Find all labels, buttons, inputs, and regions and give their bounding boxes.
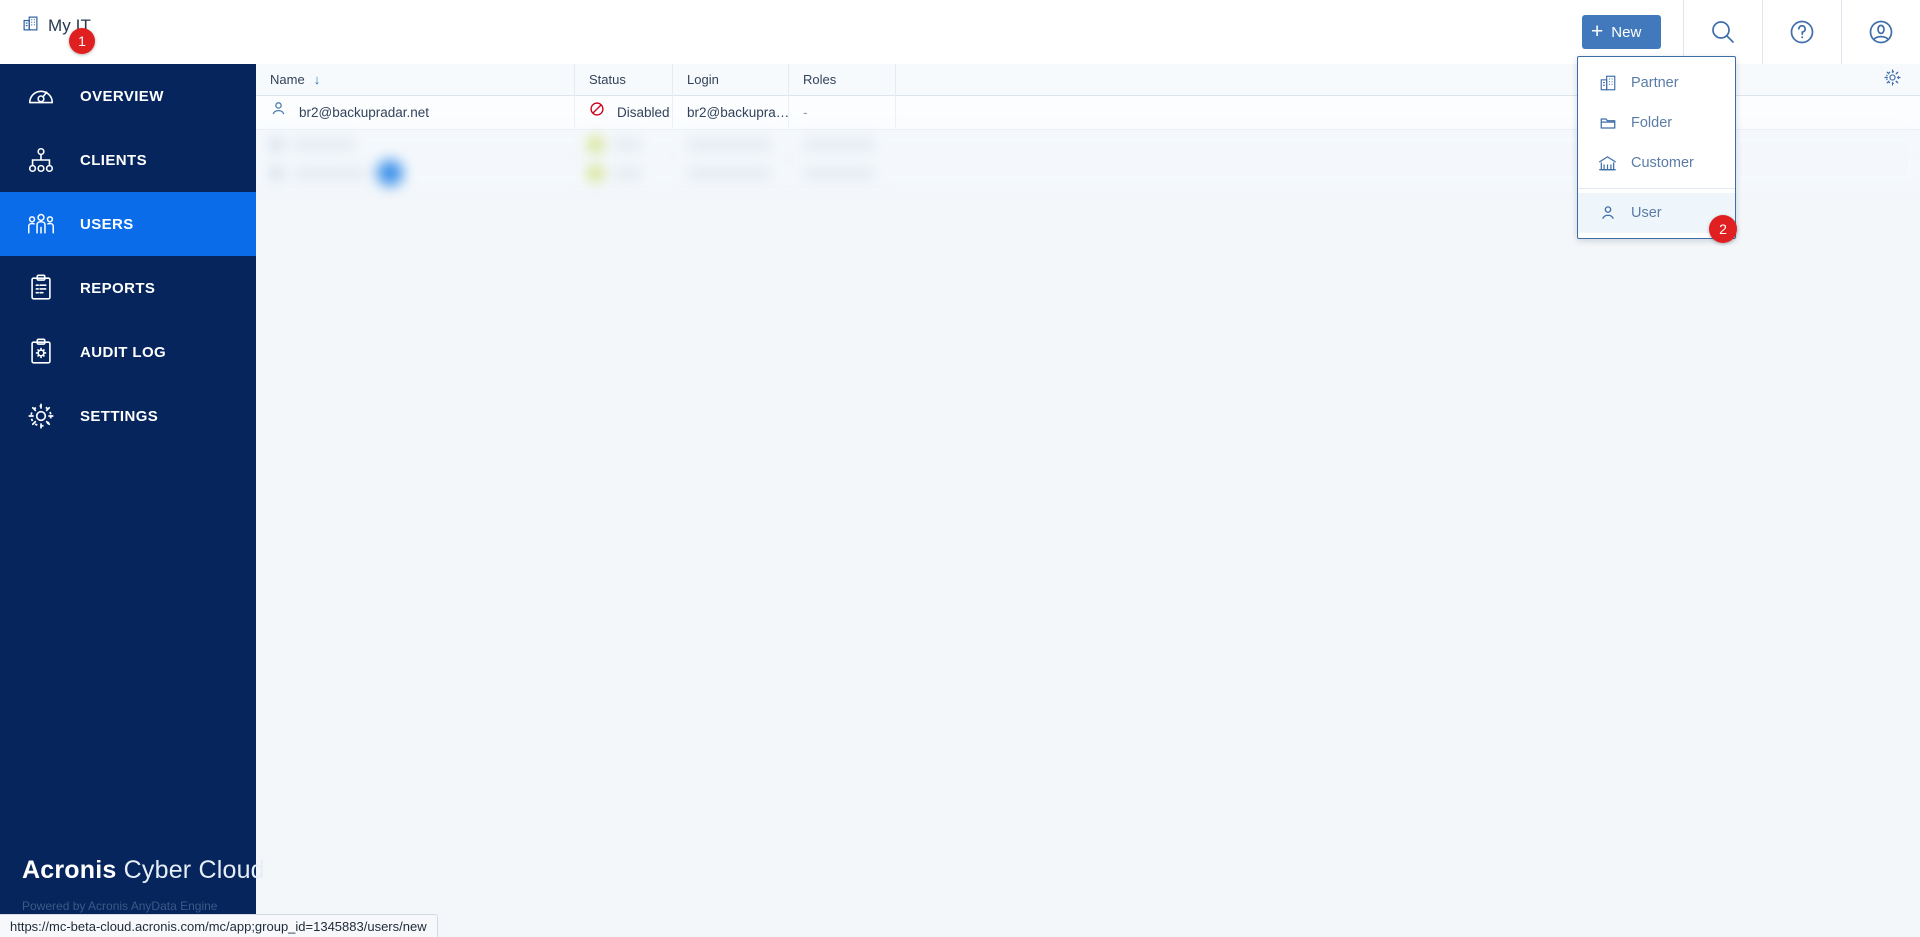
sidebar-item-audit-log[interactable]: AUDIT LOG [0, 320, 256, 384]
step-badge-1: 1 [69, 28, 95, 54]
cell-status-text: Disabled [617, 104, 670, 120]
new-button-label: New [1611, 23, 1642, 41]
sitemap-icon [24, 143, 58, 177]
app-root: My IT + New OVERVIEW CLIENTS USERS REPOR… [0, 0, 1920, 937]
sidebar-item-reports[interactable]: REPORTS [0, 256, 256, 320]
menu-item-label: Partner [1631, 75, 1679, 91]
cell-spacer [896, 96, 1920, 130]
disabled-icon [589, 96, 605, 130]
sidebar-item-label: CLIENTS [80, 151, 147, 169]
clipboard-gear-icon [24, 335, 58, 369]
sidebar-item-settings[interactable]: SETTINGS [0, 384, 256, 448]
top-actions: + New [1582, 0, 1920, 64]
sidebar-item-users[interactable]: USERS [0, 192, 256, 256]
menu-item-customer[interactable]: Customer [1578, 143, 1735, 183]
column-header-label: Name [270, 71, 305, 87]
brand-logo-bold: Acronis [22, 856, 117, 884]
user-icon [270, 96, 287, 130]
sidebar-item-overview[interactable]: OVERVIEW [0, 64, 256, 128]
gear-icon [1883, 68, 1902, 92]
brand-logo: Acronis Cyber Cloud [22, 856, 265, 885]
step-badge-2: 2 [1709, 215, 1737, 243]
sidebar-item-label: SETTINGS [80, 407, 159, 425]
table-settings-button[interactable] [1864, 64, 1920, 96]
top-bar: My IT + New [0, 0, 1920, 64]
menu-item-label: User [1631, 205, 1662, 221]
brand-subtitle: Powered by Acronis AnyData Engine [22, 899, 218, 913]
sidebar-item-clients[interactable]: CLIENTS [0, 128, 256, 192]
cell-login: br2@backupra… [673, 95, 789, 130]
sidebar: OVERVIEW CLIENTS USERS REPORTS AUDIT LOG… [0, 64, 265, 937]
search-button[interactable] [1683, 0, 1762, 64]
sidebar-item-label: REPORTS [80, 279, 156, 297]
plus-icon: + [1591, 19, 1604, 43]
account-button[interactable] [1841, 0, 1920, 64]
sidebar-item-label: USERS [80, 215, 134, 233]
column-header-name[interactable]: Name ↓ [256, 63, 575, 96]
users-icon [24, 207, 58, 241]
help-button[interactable] [1762, 0, 1841, 64]
gauge-icon [24, 79, 58, 113]
account-icon [1866, 17, 1896, 47]
folder-icon [1598, 114, 1617, 133]
menu-item-label: Folder [1631, 115, 1673, 131]
cell-status: Disabled [575, 95, 673, 130]
menu-item-partner[interactable]: Partner [1578, 63, 1735, 103]
house-icon [1598, 154, 1617, 173]
gear-icon [24, 399, 58, 433]
sort-arrow-icon: ↓ [313, 72, 321, 87]
cell-roles: - [789, 95, 896, 130]
column-header-login[interactable]: Login [673, 63, 789, 96]
menu-item-folder[interactable]: Folder [1578, 103, 1735, 143]
status-bar-url: https://mc-beta-cloud.acronis.com/mc/app… [0, 914, 438, 937]
column-header-status[interactable]: Status [575, 63, 673, 96]
sidebar-item-label: AUDIT LOG [80, 343, 167, 361]
new-button[interactable]: + New [1582, 15, 1661, 49]
new-dropdown-menu: Partner Folder Customer User [1577, 56, 1736, 239]
person-icon [1598, 204, 1617, 223]
column-header-roles[interactable]: Roles [789, 63, 896, 96]
sidebar-item-label: OVERVIEW [80, 87, 164, 105]
building-icon [1598, 74, 1617, 93]
search-icon [1708, 17, 1738, 47]
brand-logo-light: Cyber Cloud [116, 856, 265, 884]
menu-item-label: Customer [1631, 155, 1694, 171]
clipboard-list-icon [24, 271, 58, 305]
cell-name-text: br2@backupradar.net [299, 104, 430, 120]
column-header-spacer [896, 64, 1920, 96]
building-icon [22, 15, 39, 37]
menu-divider [1578, 188, 1735, 189]
help-icon [1787, 17, 1817, 47]
cell-name: br2@backupradar.net [256, 95, 575, 130]
